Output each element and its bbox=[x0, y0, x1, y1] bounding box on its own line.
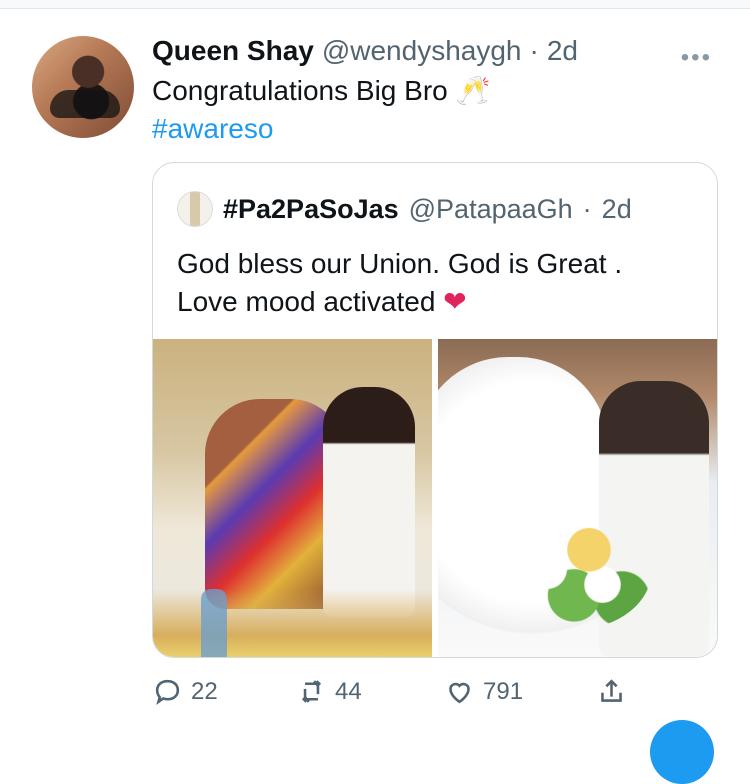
tweet-actions: 22 44 791 bbox=[152, 676, 632, 706]
top-divider bbox=[0, 0, 750, 9]
quoted-author-avatar[interactable] bbox=[177, 191, 213, 227]
compose-button-edge[interactable] bbox=[650, 720, 714, 784]
quoted-tweet-header: #Pa2PaSoJas @PatapaaGh · 2d bbox=[177, 191, 632, 227]
like-action[interactable]: 791 bbox=[444, 676, 523, 707]
quoted-photo-grid bbox=[153, 339, 717, 657]
toast-emoji-icon: 🥂 bbox=[455, 74, 491, 107]
more-icon[interactable]: ••• bbox=[681, 44, 712, 72]
reply-count: 22 bbox=[191, 677, 218, 705]
groom-figure bbox=[323, 387, 415, 617]
heart-emoji-icon: ❤ bbox=[443, 285, 467, 318]
share-icon bbox=[601, 679, 622, 702]
retweet-action[interactable]: 44 bbox=[296, 676, 362, 707]
author-name[interactable]: Queen Shay bbox=[152, 35, 314, 67]
quoted-tweet-line-2: Love mood activated bbox=[177, 286, 436, 317]
quoted-time-separator: · bbox=[582, 193, 592, 224]
quoted-author-handle[interactable]: @PatapaaGh bbox=[409, 194, 573, 225]
tweet-text: Congratulations Big Bro 🥂 #awareso bbox=[152, 72, 490, 148]
quoted-tweet-time[interactable]: 2d bbox=[602, 194, 632, 225]
share-action[interactable] bbox=[596, 676, 627, 707]
retweet-icon bbox=[301, 680, 322, 703]
like-icon bbox=[449, 682, 470, 704]
quoted-author-name[interactable]: #Pa2PaSoJas bbox=[223, 194, 399, 225]
wedding-photo-right[interactable] bbox=[438, 339, 717, 657]
like-count: 791 bbox=[483, 677, 524, 705]
quoted-tweet-line-1: God bless our Union. God is Great . bbox=[177, 248, 623, 279]
seat-foreground bbox=[153, 589, 432, 657]
quoted-tweet-text: God bless our Union. God is Great . Love… bbox=[177, 245, 697, 321]
reply-action[interactable]: 22 bbox=[152, 676, 218, 707]
retweet-count: 44 bbox=[335, 677, 362, 705]
tweet-time[interactable]: 2d bbox=[547, 35, 578, 67]
time-separator: · bbox=[529, 35, 539, 66]
water-bottle bbox=[201, 589, 227, 657]
reply-icon bbox=[155, 679, 180, 705]
quoted-tweet-card[interactable]: #Pa2PaSoJas @PatapaaGh · 2d God bless ou… bbox=[152, 162, 718, 658]
hashtag-link[interactable]: #awareso bbox=[152, 113, 273, 144]
wedding-photo-left[interactable] bbox=[153, 339, 432, 657]
author-handle[interactable]: @wendyshaygh bbox=[322, 35, 522, 67]
profile-avatar[interactable] bbox=[32, 36, 134, 138]
bridal-bouquet bbox=[502, 509, 652, 629]
tweet-header: Queen Shay @wendyshaygh · 2d bbox=[152, 34, 578, 68]
tweet-main-text: Congratulations Big Bro bbox=[152, 75, 448, 106]
